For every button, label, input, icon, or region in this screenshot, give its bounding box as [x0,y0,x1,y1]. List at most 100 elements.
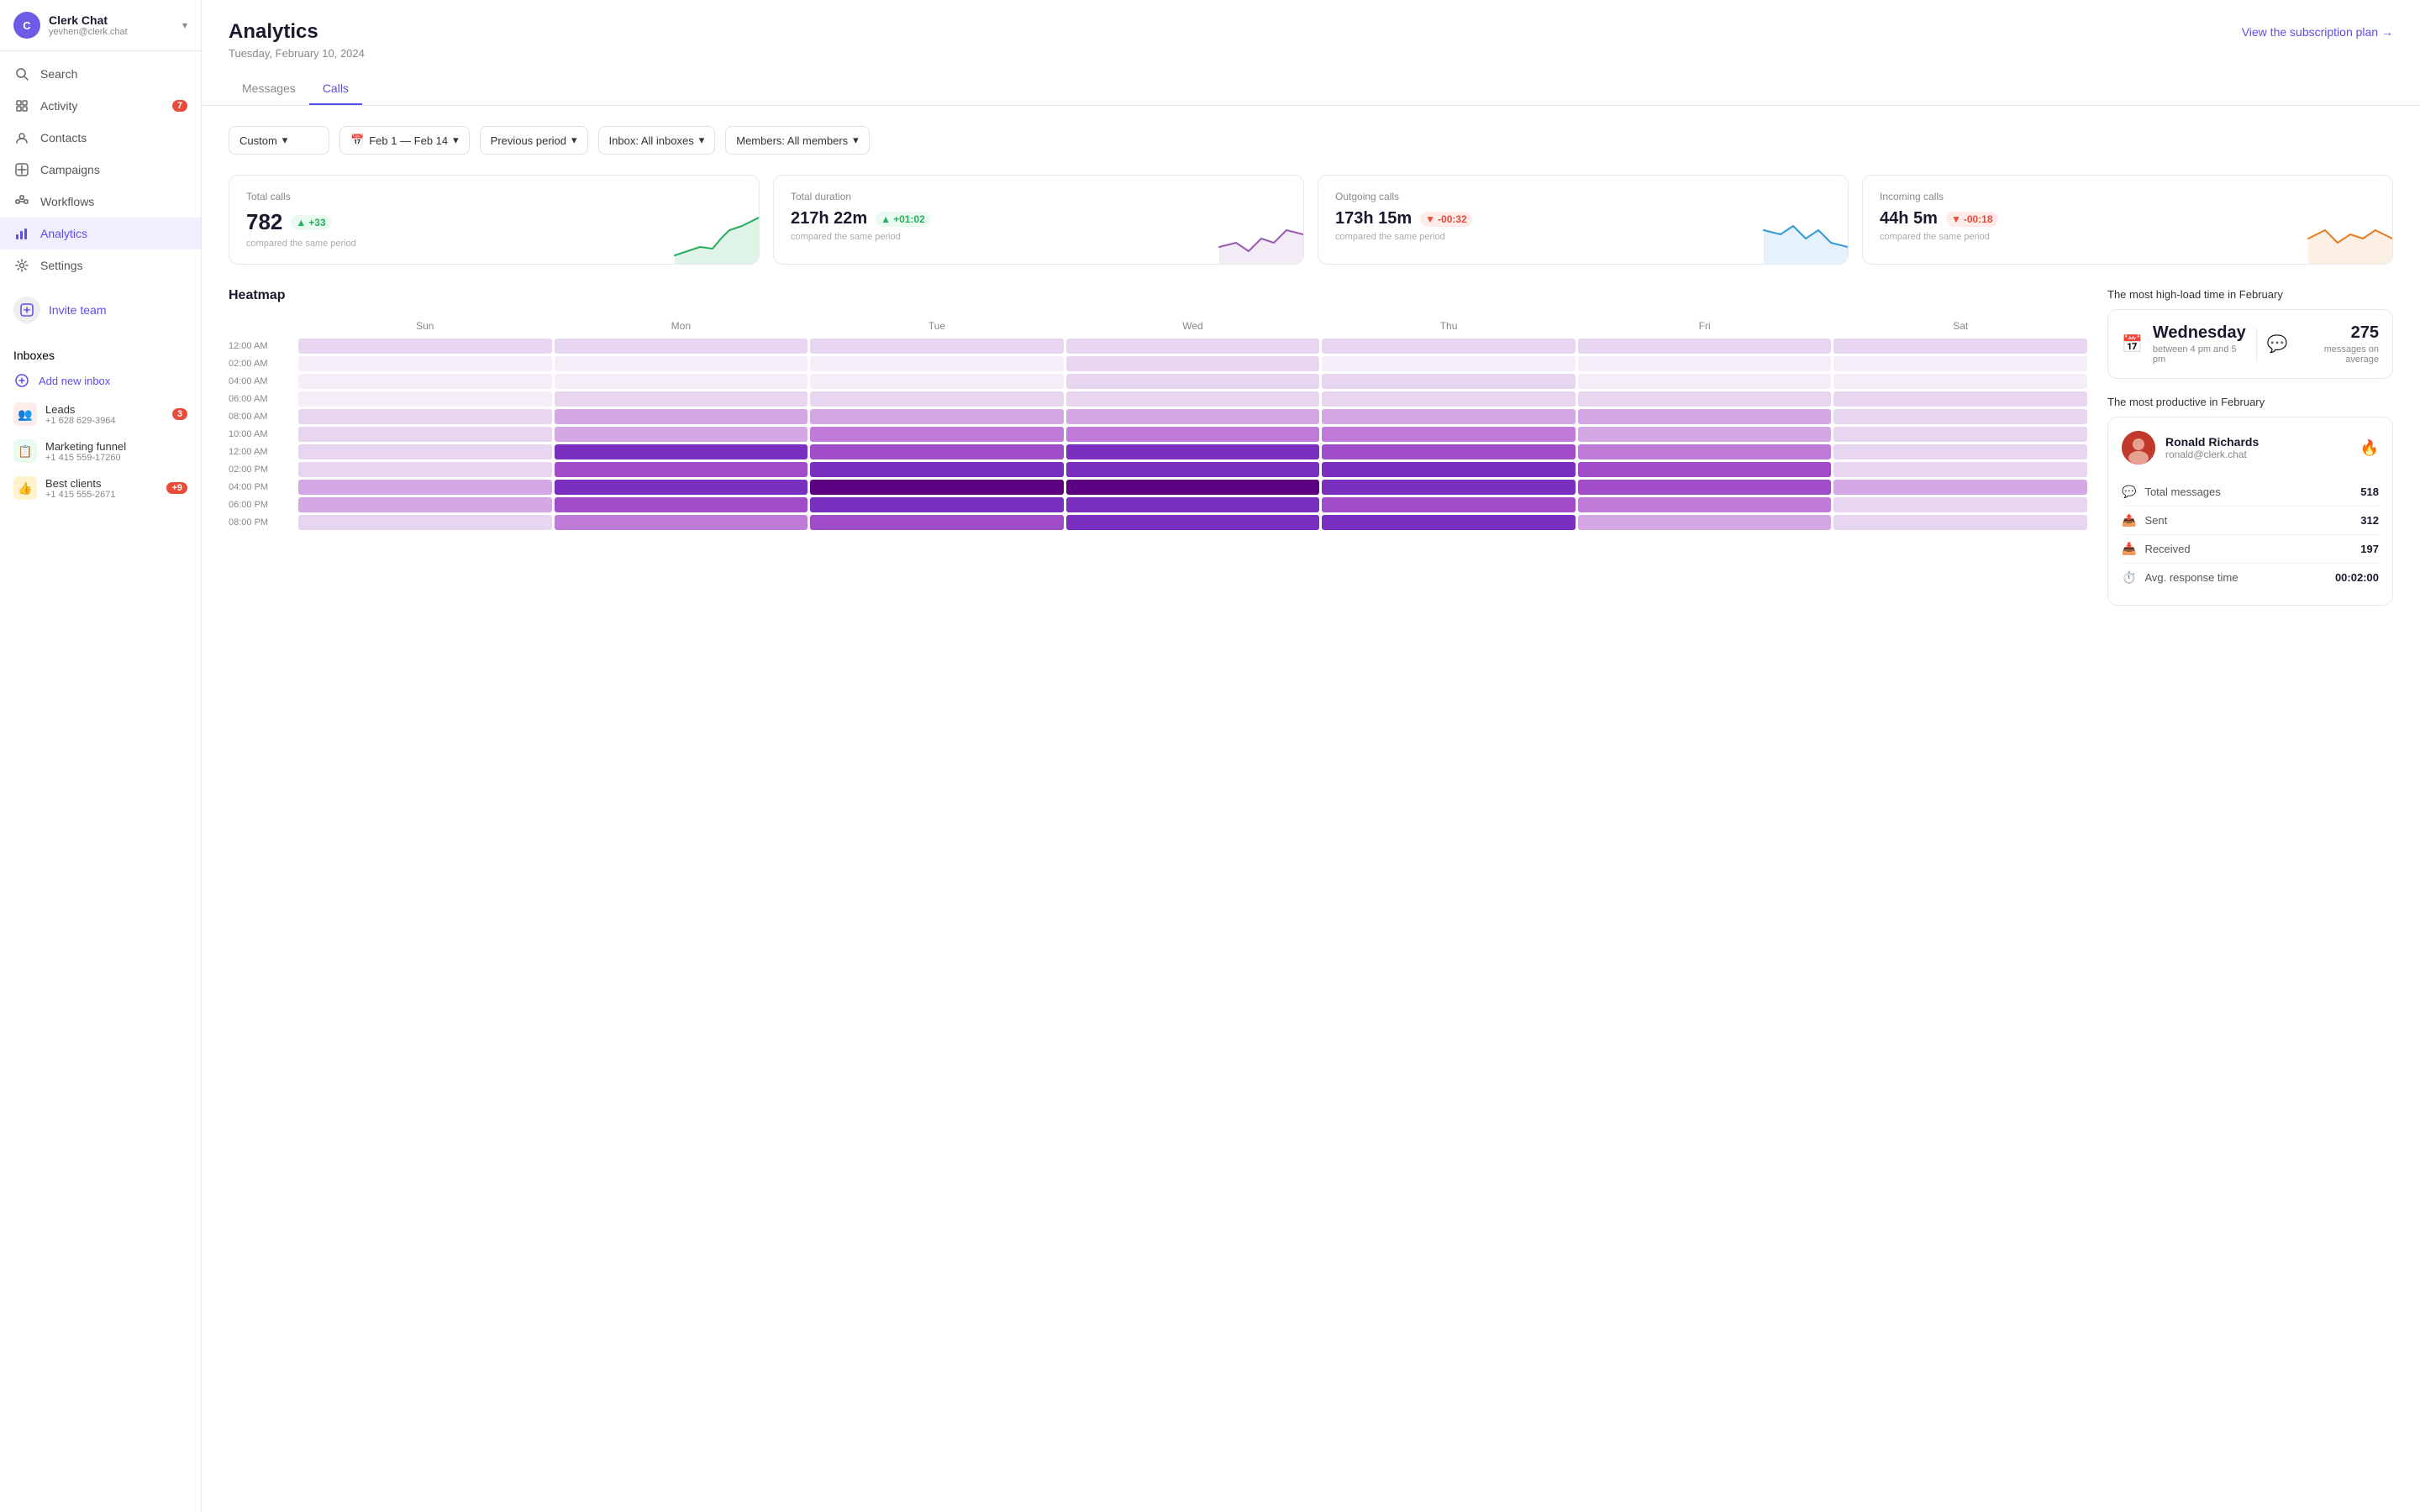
tab-calls[interactable]: Calls [309,73,362,105]
heatmap-cell [1322,409,1576,424]
total-calls-chart [675,213,759,264]
highlight-day-name: Wednesday [2153,323,2246,343]
divider [2256,328,2257,361]
inbox-marketing-number: +1 415 559-17260 [45,453,187,463]
heatmap-cell [810,409,1064,424]
content-grid: Heatmap SunMonTueWedThuFriSat12:00 AM02:… [229,288,2393,606]
members-filter[interactable]: Members: All members ▾ [725,126,869,155]
total-messages-icon: 💬 [2122,485,2136,499]
calendar-icon: 📅 [350,134,364,147]
sidebar-item-search-label: Search [40,67,187,81]
outgoing-calls-delta: ▼ -00:32 [1420,212,1472,227]
heatmap-section: Heatmap SunMonTueWedThuFriSat12:00 AM02:… [229,288,2087,606]
sidebar-item-activity[interactable]: Activity 7 [0,90,201,122]
main-body: Custom ▾ 📅 Feb 1 — Feb 14 ▾ Previous per… [202,106,2420,626]
productive-name: Ronald Richards [2165,435,2350,449]
heatmap-cell [298,427,552,442]
heatmap-cell [555,356,808,371]
stat-row-avg-response: ⏱️ Avg. response time 00:02:00 [2122,563,2379,591]
period-filter[interactable]: Custom ▾ [229,126,329,155]
heatmap-cell [1578,480,1832,495]
heatmap-cell [810,497,1064,512]
compare-filter-value: Previous period [491,134,566,147]
heatmap-row: 02:00 AM [229,356,2087,371]
inbox-bestclients[interactable]: 👍 Best clients +1 415 555-2671 +9 [0,470,201,507]
productive-email: ronald@clerk.chat [2165,449,2350,460]
heatmap-cell [810,462,1064,477]
productive-section: The most productive in February [2107,396,2393,606]
sidebar-item-workflows[interactable]: Workflows [0,186,201,218]
inbox-filter[interactable]: Inbox: All inboxes ▾ [598,126,716,155]
inbox-marketing-name: Marketing funnel [45,440,187,453]
heatmap-cell [810,444,1064,459]
heatmap-cell [1322,391,1576,407]
activity-badge: 7 [172,100,187,112]
heatmap-cell [298,409,552,424]
inbox-bestclients-number: +1 415 555-2671 [45,490,166,500]
sidebar-app-info: Clerk Chat yevhen@clerk.chat [49,13,182,37]
sidebar-nav: Search Activity 7 Contacts Campaigns W [0,51,201,288]
heatmap-cell [1066,409,1320,424]
heatmap-cell [1578,391,1832,407]
heatmap-cell [1578,515,1832,530]
heatmap-cell [1322,356,1576,371]
heatmap-cell [1833,515,2087,530]
tab-messages[interactable]: Messages [229,73,309,105]
heatmap-cell [1833,497,2087,512]
sidebar-item-analytics[interactable]: Analytics [0,218,201,249]
date-range-filter[interactable]: 📅 Feb 1 — Feb 14 ▾ [339,126,470,155]
productive-avatar [2122,431,2155,465]
productive-info: Ronald Richards ronald@clerk.chat [2165,435,2350,460]
heatmap-cell [1322,444,1576,459]
sidebar-item-campaigns[interactable]: Campaigns [0,154,201,186]
inbox-leads-icon: 👥 [13,402,37,426]
heatmap-time-label: 04:00 PM [229,480,296,495]
heatmap-cell [555,427,808,442]
add-inbox-button[interactable]: Add new inbox [0,365,201,396]
heatmap-row: 04:00 PM [229,480,2087,495]
heatmap-cell [1322,480,1576,495]
compare-filter[interactable]: Previous period ▾ [480,126,588,155]
inbox-leads-name: Leads [45,403,172,416]
heatmap-day-label: Sun [298,317,552,335]
sidebar-item-search[interactable]: Search [0,58,201,90]
inbox-bestclients-name: Best clients [45,477,166,490]
sent-value: 312 [2360,514,2379,527]
stat-card-outgoing: Outgoing calls 173h 15m ▼ -00:32 compare… [1318,175,1849,265]
productive-header: Ronald Richards ronald@clerk.chat 🔥 [2122,431,2379,465]
heatmap-cell [1066,391,1320,407]
outgoing-calls-chart [1764,213,1848,264]
inbox-leads[interactable]: 👥 Leads +1 628 629-3964 3 [0,396,201,433]
total-calls-label: Total calls [246,191,742,202]
sidebar-item-contacts[interactable]: Contacts [0,122,201,154]
invite-team-button[interactable]: Invite team [0,288,201,332]
heatmap-cell [1066,339,1320,354]
total-calls-delta: ▲ +33 [291,215,330,230]
heatmap-cell [1578,427,1832,442]
heatmap-cell [555,497,808,512]
inbox-bestclients-icon: 👍 [13,476,37,500]
stat-card-total-calls: Total calls 782 ▲ +33 compared the same … [229,175,760,265]
inbox-marketing[interactable]: 📋 Marketing funnel +1 415 559-17260 [0,433,201,470]
heatmap-time-label: 06:00 AM [229,391,296,407]
view-subscription-link[interactable]: View the subscription plan → [2242,25,2393,39]
heatmap-cell [298,444,552,459]
total-messages-value: 518 [2360,486,2379,498]
heatmap-row: 12:00 AM [229,444,2087,459]
filters-bar: Custom ▾ 📅 Feb 1 — Feb 14 ▾ Previous per… [229,126,2393,155]
heatmap-cell [298,497,552,512]
highlight-day-sub: between 4 pm and 5 pm [2153,344,2246,365]
calendar-icon: 📅 [2122,333,2143,354]
heatmap-cell [555,391,808,407]
heatmap-day-label: Thu [1322,317,1576,335]
heatmap-cell [298,374,552,389]
productive-stats: 💬 Total messages 518 📤 Sent 312 [2122,478,2379,591]
incoming-calls-label: Incoming calls [1880,191,2375,202]
inbox-marketing-icon: 📋 [13,439,37,463]
avg-response-label: Avg. response time [2144,571,2238,584]
campaigns-icon [13,161,30,178]
sidebar-item-settings[interactable]: Settings [0,249,201,281]
heatmap-row: 12:00 AM [229,339,2087,354]
sidebar-header[interactable]: C Clerk Chat yevhen@clerk.chat ▾ [0,0,201,51]
message-icon: 💬 [2267,333,2288,354]
